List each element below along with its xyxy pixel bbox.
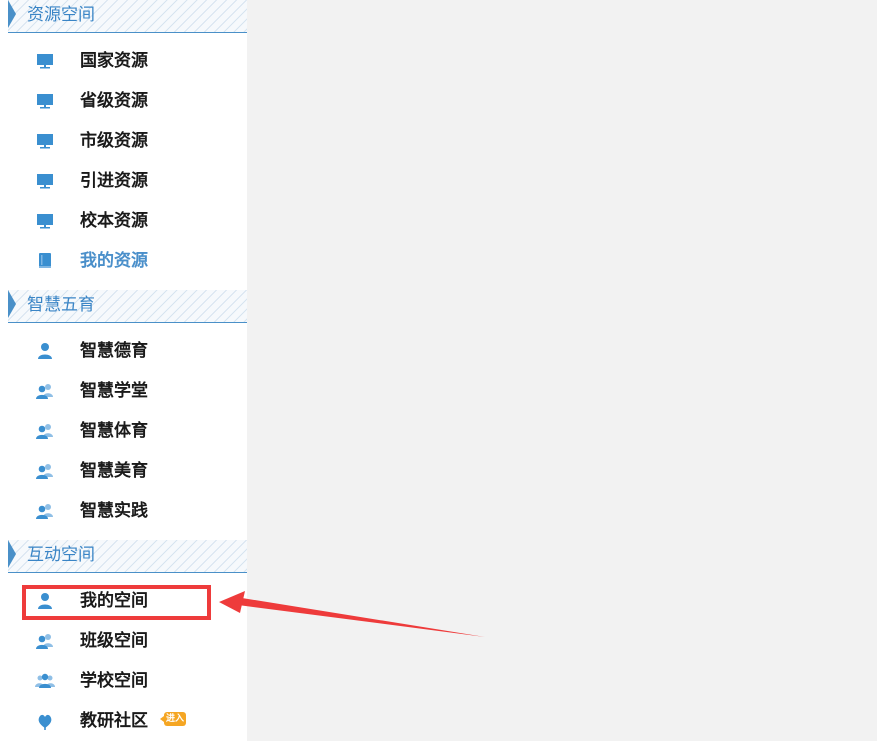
- monitor-icon: [37, 174, 53, 189]
- monitor-icon: [37, 94, 53, 109]
- section-marker: [8, 290, 16, 318]
- sidebar-item-label: 智慧体育: [80, 421, 148, 441]
- book-icon: [39, 253, 51, 268]
- section-header-wisdom-education[interactable]: 智慧五育: [8, 290, 247, 323]
- sidebar-item-label: 校本资源: [80, 211, 148, 231]
- sidebar-item-label: 市级资源: [80, 131, 148, 151]
- user-icon: [38, 593, 52, 609]
- sidebar-item-imported-resources[interactable]: 引进资源: [8, 161, 247, 201]
- users-icon: [36, 384, 53, 399]
- users-icon: [36, 504, 53, 519]
- section-title: 互动空间: [27, 545, 95, 565]
- sidebar-item-physical-education[interactable]: 智慧体育: [8, 411, 247, 451]
- sidebar-item-label: 班级空间: [80, 631, 148, 651]
- sidebar-item-my-space[interactable]: 我的空间: [8, 581, 247, 621]
- sidebar-item-moral-education[interactable]: 智慧德育: [8, 331, 247, 371]
- sidebar-item-class-space[interactable]: 班级空间: [8, 621, 247, 661]
- sidebar-item-label: 学校空间: [80, 671, 148, 691]
- user-icon: [38, 343, 52, 359]
- group-icon: [35, 673, 55, 688]
- sidebar-item-school-resources[interactable]: 校本资源: [8, 201, 247, 241]
- sidebar-item-research-community[interactable]: 教研社区 进入: [8, 701, 247, 741]
- users-icon: [36, 464, 53, 479]
- sidebar-item-label: 智慧学堂: [80, 381, 148, 401]
- section-header-interactive-space[interactable]: 互动空间: [8, 540, 247, 573]
- sidebar-item-smart-classroom[interactable]: 智慧学堂: [8, 371, 247, 411]
- sidebar-item-label: 我的资源: [80, 251, 148, 271]
- sidebar-item-practice[interactable]: 智慧实践: [8, 491, 247, 531]
- section-header-resources[interactable]: 资源空间: [8, 0, 247, 33]
- page: 资源空间 国家资源 省级资源 市级资源 引进资源 校本资源 我的资源 智慧五育 …: [0, 0, 877, 741]
- monitor-icon: [37, 54, 53, 69]
- users-icon: [36, 424, 53, 439]
- users-icon: [36, 634, 53, 649]
- sidebar-item-provincial-resources[interactable]: 省级资源: [8, 81, 247, 121]
- sidebar-item-city-resources[interactable]: 市级资源: [8, 121, 247, 161]
- monitor-icon: [37, 214, 53, 229]
- enter-badge[interactable]: 进入: [160, 712, 186, 726]
- sidebar-item-label: 智慧美育: [80, 461, 148, 481]
- section-marker: [8, 0, 16, 28]
- section-title: 资源空间: [27, 5, 95, 25]
- sidebar: 资源空间 国家资源 省级资源 市级资源 引进资源 校本资源 我的资源 智慧五育 …: [0, 0, 247, 741]
- section-marker: [8, 540, 16, 568]
- sidebar-item-label: 智慧实践: [80, 501, 148, 521]
- sidebar-item-label: 教研社区: [80, 711, 148, 731]
- sidebar-item-label: 智慧德育: [80, 341, 148, 361]
- sidebar-item-art-education[interactable]: 智慧美育: [8, 451, 247, 491]
- section-title: 智慧五育: [27, 295, 95, 315]
- sidebar-item-label: 省级资源: [80, 91, 148, 111]
- heart-leaf-icon: [38, 714, 52, 730]
- sidebar-item-label: 国家资源: [80, 51, 148, 71]
- sidebar-item-label: 我的空间: [80, 591, 148, 611]
- sidebar-item-my-resources[interactable]: 我的资源: [8, 241, 247, 281]
- sidebar-item-national-resources[interactable]: 国家资源: [8, 41, 247, 81]
- sidebar-item-label: 引进资源: [80, 171, 148, 191]
- sidebar-item-school-space[interactable]: 学校空间: [8, 661, 247, 701]
- monitor-icon: [37, 134, 53, 149]
